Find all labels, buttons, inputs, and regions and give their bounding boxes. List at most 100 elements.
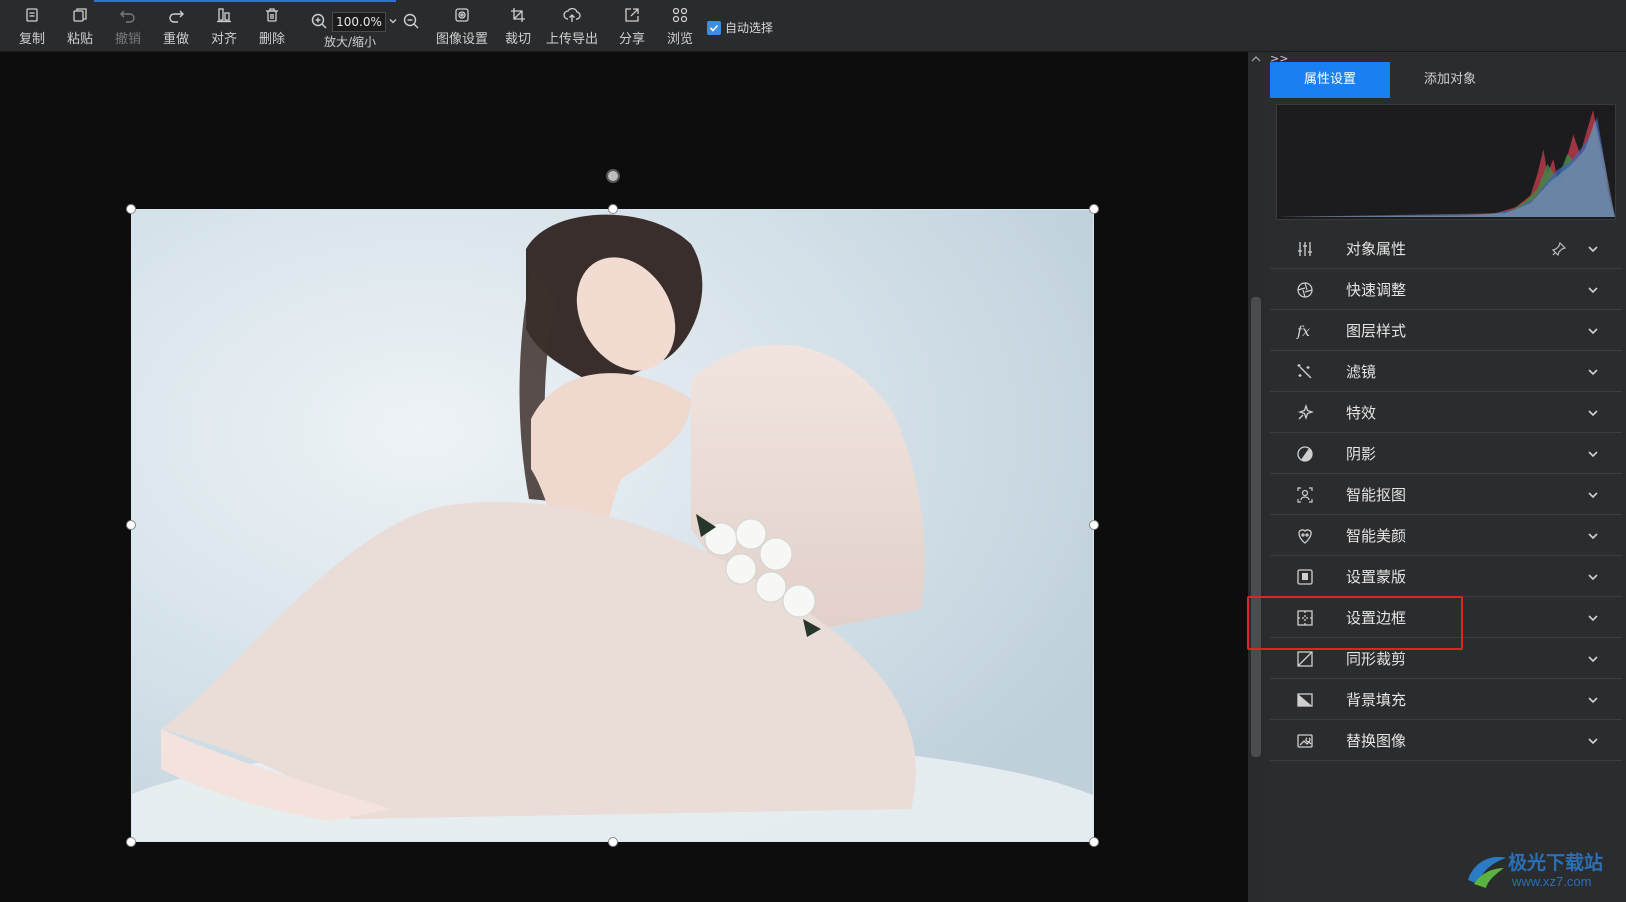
- section-smart-cutout[interactable]: 智能抠图: [1270, 474, 1622, 515]
- delete-label: 删除: [258, 32, 285, 47]
- rotate-handle[interactable]: [606, 169, 620, 183]
- chevron-down-icon[interactable]: [1586, 734, 1600, 748]
- scrollbar-thumb[interactable]: [1251, 297, 1261, 757]
- chevron-down-icon[interactable]: [1586, 652, 1600, 666]
- redo-label: 重做: [162, 32, 189, 47]
- resize-handle-bottom[interactable]: [608, 837, 618, 847]
- zoom-in-icon[interactable]: [310, 12, 328, 30]
- redo-button[interactable]: 重做: [154, 6, 198, 50]
- beauty-icon: [1298, 529, 1312, 544]
- resize-handle-bottom-right[interactable]: [1089, 837, 1099, 847]
- undo-label: 撤销: [114, 32, 141, 47]
- section-filter[interactable]: 滤镜: [1270, 351, 1622, 392]
- auto-select-toggle[interactable]: 自动选择: [707, 19, 773, 36]
- section-object-properties[interactable]: 对象属性: [1270, 228, 1622, 269]
- tab-properties[interactable]: 属性设置: [1270, 62, 1390, 98]
- image-settings-button[interactable]: 图像设置: [430, 6, 494, 50]
- section-label: 设置蒙版: [1346, 568, 1407, 586]
- resize-handle-right[interactable]: [1089, 520, 1099, 530]
- section-label: 替换图像: [1346, 732, 1407, 750]
- upload-export-label: 上传导出: [545, 32, 598, 47]
- shadow-icon: [1297, 446, 1313, 462]
- trash-icon: [266, 8, 278, 22]
- panel-tabs: 属性设置 添加对象: [1270, 62, 1620, 98]
- copy-icon: [26, 8, 38, 22]
- chevron-down-icon[interactable]: [1586, 570, 1600, 584]
- tab-add-object[interactable]: 添加对象: [1390, 62, 1510, 98]
- section-quick-adjust[interactable]: 快速调整: [1270, 269, 1622, 310]
- section-label: 特效: [1346, 404, 1377, 422]
- chevron-down-icon[interactable]: [388, 16, 398, 26]
- undo-button[interactable]: 撤销: [106, 6, 150, 50]
- zoom-input[interactable]: [332, 12, 386, 32]
- section-shadow[interactable]: 阴影: [1270, 433, 1622, 474]
- section-set-mask[interactable]: 设置蒙版: [1270, 556, 1622, 597]
- resize-handle-left[interactable]: [126, 520, 136, 530]
- section-effects[interactable]: 特效: [1270, 392, 1622, 433]
- check-icon: [709, 24, 719, 32]
- crop-button[interactable]: 裁切: [496, 6, 540, 50]
- section-smart-beauty[interactable]: 智能美颜: [1270, 515, 1622, 556]
- section-shape-crop[interactable]: 同形裁剪: [1270, 638, 1622, 679]
- grid-icon: [672, 7, 688, 23]
- fx-icon: fx: [1296, 324, 1310, 340]
- auto-select-label: 自动选择: [725, 21, 774, 35]
- chevron-down-icon[interactable]: [1586, 611, 1600, 625]
- editor-canvas[interactable]: [0, 52, 1248, 902]
- watermark: 极光下载站 www.xz7.com: [1464, 846, 1624, 896]
- section-label: 滤镜: [1346, 363, 1377, 381]
- toolbar: 复制 粘贴 撤销 重做 对齐 删除 放大/缩小: [0, 0, 1626, 52]
- paste-button[interactable]: 粘贴: [58, 6, 102, 50]
- chevron-down-icon[interactable]: [1586, 242, 1600, 256]
- chevron-down-icon[interactable]: [1586, 324, 1600, 338]
- browse-button[interactable]: 浏览: [658, 6, 702, 50]
- chevron-down-icon[interactable]: [1586, 447, 1600, 461]
- section-label: 智能美颜: [1346, 527, 1407, 545]
- share-button[interactable]: 分享: [610, 6, 654, 50]
- properties-panel: >> 属性设置 添加对象 对象属性 快速调整 fx 图层样式 滤镜 特效 阴影 …: [1264, 52, 1626, 902]
- chevron-down-icon[interactable]: [1586, 365, 1600, 379]
- histogram: [1276, 104, 1616, 220]
- chevron-down-icon[interactable]: [1586, 283, 1600, 297]
- section-layer-style[interactable]: fx 图层样式: [1270, 310, 1622, 351]
- section-replace-image[interactable]: 替换图像: [1270, 720, 1622, 761]
- upload-icon: [563, 7, 581, 22]
- copy-label: 复制: [18, 32, 45, 47]
- pin-icon[interactable]: [1552, 242, 1566, 256]
- section-set-border[interactable]: 设置边框: [1270, 597, 1622, 638]
- align-label: 对齐: [210, 32, 237, 47]
- zoom-out-icon[interactable]: [402, 12, 420, 30]
- histogram-graph: [1277, 109, 1615, 218]
- resize-handle-top-left[interactable]: [126, 204, 136, 214]
- watermark-logo-icon: [1468, 856, 1506, 888]
- chevron-down-icon[interactable]: [1586, 406, 1600, 420]
- property-sections: 对象属性 快速调整 fx 图层样式 滤镜 特效 阴影 智能抠图 智能美颜 设置蒙…: [1270, 228, 1622, 761]
- zoom-label: 放大/缩小: [324, 35, 377, 49]
- delete-button[interactable]: 删除: [250, 6, 294, 50]
- chevron-down-icon[interactable]: [1586, 693, 1600, 707]
- resize-handle-top[interactable]: [608, 204, 618, 214]
- section-label: 对象属性: [1346, 240, 1407, 258]
- image-settings-icon: [455, 8, 469, 22]
- redo-icon: [169, 10, 184, 23]
- align-icon: [217, 8, 231, 23]
- chevron-down-icon[interactable]: [1586, 529, 1600, 543]
- sliders-icon: [1298, 242, 1312, 256]
- resize-handle-top-right[interactable]: [1089, 204, 1099, 214]
- section-label: 同形裁剪: [1346, 650, 1407, 668]
- auto-select-checkbox[interactable]: [707, 20, 721, 35]
- align-button[interactable]: 对齐: [202, 6, 246, 50]
- section-label: 设置边框: [1346, 609, 1407, 627]
- panel-scrollbar[interactable]: [1248, 52, 1264, 902]
- sparkle-icon: [1297, 404, 1314, 421]
- scroll-up-icon[interactable]: [1251, 55, 1261, 63]
- resize-handle-bottom-left[interactable]: [126, 837, 136, 847]
- section-background-fill[interactable]: 背景填充: [1270, 679, 1622, 720]
- border-icon: [1297, 610, 1313, 626]
- copy-button[interactable]: 复制: [10, 6, 54, 50]
- magic-wand-icon: [1297, 364, 1312, 379]
- share-label: 分享: [618, 32, 645, 47]
- chevron-down-icon[interactable]: [1586, 488, 1600, 502]
- app-window: 复制 粘贴 撤销 重做 对齐 删除 放大/缩小: [0, 0, 1626, 902]
- upload-export-button[interactable]: 上传导出: [540, 6, 604, 50]
